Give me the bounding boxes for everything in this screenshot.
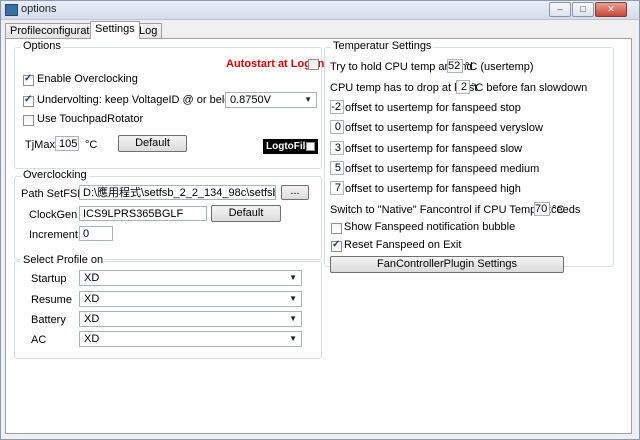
profile-ac-value: XD [84,333,100,345]
increment-label: Increment [29,229,78,241]
profile-ac-label: AC [31,334,47,346]
clockgen-input[interactable]: ICS9LPRS365BGLF [79,206,207,221]
maximize-button[interactable]: □ [572,2,594,17]
browse-button[interactable]: ... [281,185,309,200]
hold-temp-suffix: °C (usertemp) [465,61,534,73]
profile-resume-value: XD [84,293,100,305]
voltage-select-value: 0.8750V [230,94,271,106]
offset-slow-input[interactable]: 3 [330,141,344,155]
overclocking-group-title: Overclocking [21,169,89,181]
reset-on-exit-checkbox[interactable] [331,239,342,252]
profile-group-title: Select Profile on [21,254,106,266]
touchpad-checkbox[interactable] [23,115,34,126]
options-group-title: Options [21,40,63,52]
profile-resume-label: Resume [31,294,72,306]
window-title: options [21,3,57,15]
offset-high-label: offset to usertemp for fanspeed high [345,183,521,195]
enable-overclocking-label: Enable Overclocking [37,73,138,85]
offset-medium-label: offset to usertemp for fanspeed medium [345,163,540,175]
tjmax-label: TjMax [25,139,55,151]
show-bubble-label: Show Fanspeed notification bubble [344,221,516,233]
temperature-group: Temperatur Settings Try to hold CPU temp… [324,40,614,273]
profile-startup-value: XD [84,272,100,284]
options-group: Options Autostart at Logon Enable Overcl… [14,40,324,169]
chevron-down-icon: ▼ [289,294,297,303]
offset-slow-label: offset to usertemp for fanspeed slow [345,143,523,155]
increment-input[interactable]: 0 [79,226,113,241]
show-bubble-checkbox[interactable] [331,223,342,234]
profile-ac-select[interactable]: XD ▼ [79,331,302,347]
offset-medium-input[interactable]: 5 [330,161,344,175]
title-bar[interactable]: options – □ ✕ [1,1,639,20]
voltage-select[interactable]: 0.8750V ▼ [225,92,317,108]
chevron-down-icon: ▼ [304,95,312,104]
offset-stop-input[interactable]: -2 [330,100,344,114]
path-setfsb-label: Path SetFSB [21,188,85,200]
logtofile-toggle[interactable]: LogtoFile [263,139,318,154]
app-icon [5,4,18,16]
drop-temp-suffix: °C before fan slowdown [471,82,588,94]
temperature-group-title: Temperatur Settings [331,40,434,52]
chevron-down-icon: ▼ [289,273,297,282]
hold-temp-input[interactable]: 52 [447,59,463,73]
reset-on-exit-label: Reset Fanspeed on Exit [344,239,462,251]
clockgen-default-button[interactable]: Default [211,205,281,222]
overclocking-group: Overclocking Path SetFSB D:\應用程式\setfsb_… [14,169,322,260]
profile-resume-select[interactable]: XD ▼ [79,291,302,307]
chevron-down-icon: ▼ [289,334,297,343]
path-setfsb-input[interactable]: D:\應用程式\setfsb_2_2_134_98c\setfsb.exe [79,185,276,200]
tjmax-input[interactable]: 105 [55,136,79,151]
profile-battery-value: XD [84,313,100,325]
enable-overclocking-checkbox[interactable] [23,73,34,86]
logtofile-checkbox[interactable] [306,142,315,151]
native-fancontrol-input[interactable]: 70 [534,202,550,216]
drop-temp-input[interactable]: 2 [456,80,470,94]
autostart-checkbox[interactable] [308,59,319,70]
clockgen-label: ClockGen [29,209,78,221]
undervolting-label: Undervolting: keep VoltageID @ or below [37,94,239,106]
offset-high-input[interactable]: 7 [330,181,344,195]
minimize-button[interactable]: – [549,2,571,17]
native-fancontrol-unit: °C [552,204,565,216]
profile-group: Select Profile on Startup XD ▼ Resume XD… [14,254,322,359]
profile-battery-select[interactable]: XD ▼ [79,311,302,327]
tjmax-unit: °C [85,139,98,151]
tab-settings[interactable]: Settings [90,21,140,39]
options-default-button[interactable]: Default [118,135,187,152]
logtofile-label: LogtoFile [266,141,311,152]
profile-battery-label: Battery [31,314,66,326]
options-window: options – □ ✕ Profileconfiguration Setti… [0,0,640,440]
offset-veryslow-label: offset to usertemp for fanspeed veryslow [345,122,543,134]
chevron-down-icon: ▼ [289,314,297,323]
offset-veryslow-input[interactable]: 0 [330,120,344,134]
offset-stop-label: offset to usertemp for fanspeed stop [345,102,521,114]
settings-panel: Options Autostart at Logon Enable Overcl… [5,38,632,434]
touchpad-label: Use TouchpadRotator [37,113,144,125]
undervolting-checkbox[interactable] [23,94,34,107]
profile-startup-select[interactable]: XD ▼ [79,270,302,286]
profile-startup-label: Startup [31,273,67,285]
close-button[interactable]: ✕ [595,2,627,17]
fancontroller-plugin-settings-button[interactable]: FanControllerPlugin Settings [330,256,564,273]
